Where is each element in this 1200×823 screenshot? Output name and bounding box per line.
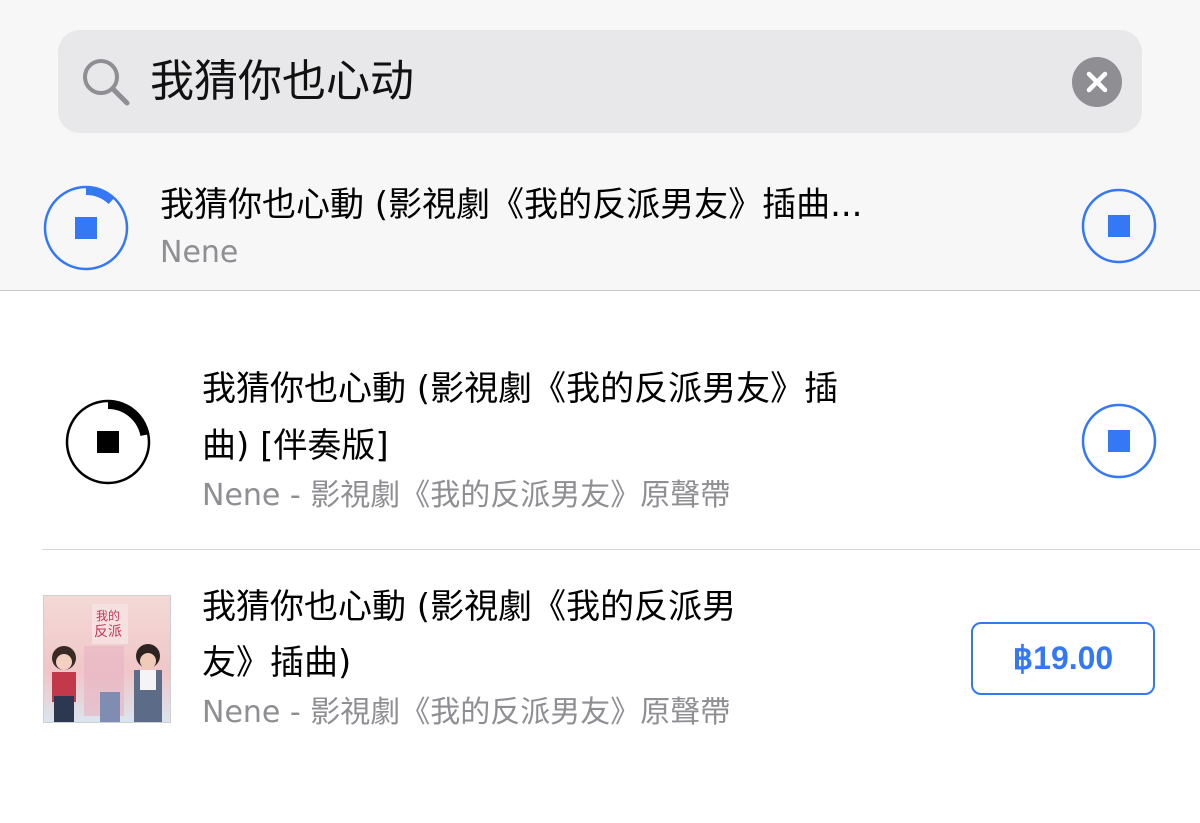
song-artist-album: Nene - 影視劇《我的反派男友》原聲帶 [202,478,731,513]
svg-text:反派: 反派 [94,624,122,640]
song-artist: Nene [160,235,239,270]
stop-icon [1108,430,1130,452]
song-title-line2: 友》插曲) [202,643,352,683]
song-title: 我猜你也心動 (影視劇《我的反派男友》插曲... [160,185,863,225]
song-title-line1: 我猜你也心動 (影視劇《我的反派男友》插 [202,369,839,409]
stop-button[interactable] [1081,403,1157,479]
song-artist-album: Nene - 影視劇《我的反派男友》原聲帶 [202,695,731,730]
stop-download-icon [75,217,97,239]
svg-text:我的: 我的 [96,608,120,623]
song-title-line2: 曲) [伴奏版] [202,426,389,466]
clear-button[interactable] [1072,57,1122,107]
stop-download-icon [97,431,119,453]
stop-icon [1108,215,1130,237]
download-progress-ring[interactable] [42,184,130,272]
stop-button[interactable] [1081,188,1157,264]
clear-icon [1086,71,1108,93]
download-progress-ring[interactable] [64,398,152,486]
search-input[interactable]: 我猜你也心动 [150,52,414,112]
buy-price-button[interactable]: ฿19.00 [971,622,1155,695]
divider [42,549,1200,550]
divider [0,290,1200,291]
album-art: 我的 反派 [43,595,171,723]
song-title-line1: 我猜你也心動 (影視劇《我的反派男 [202,587,737,627]
search-icon [83,59,130,106]
